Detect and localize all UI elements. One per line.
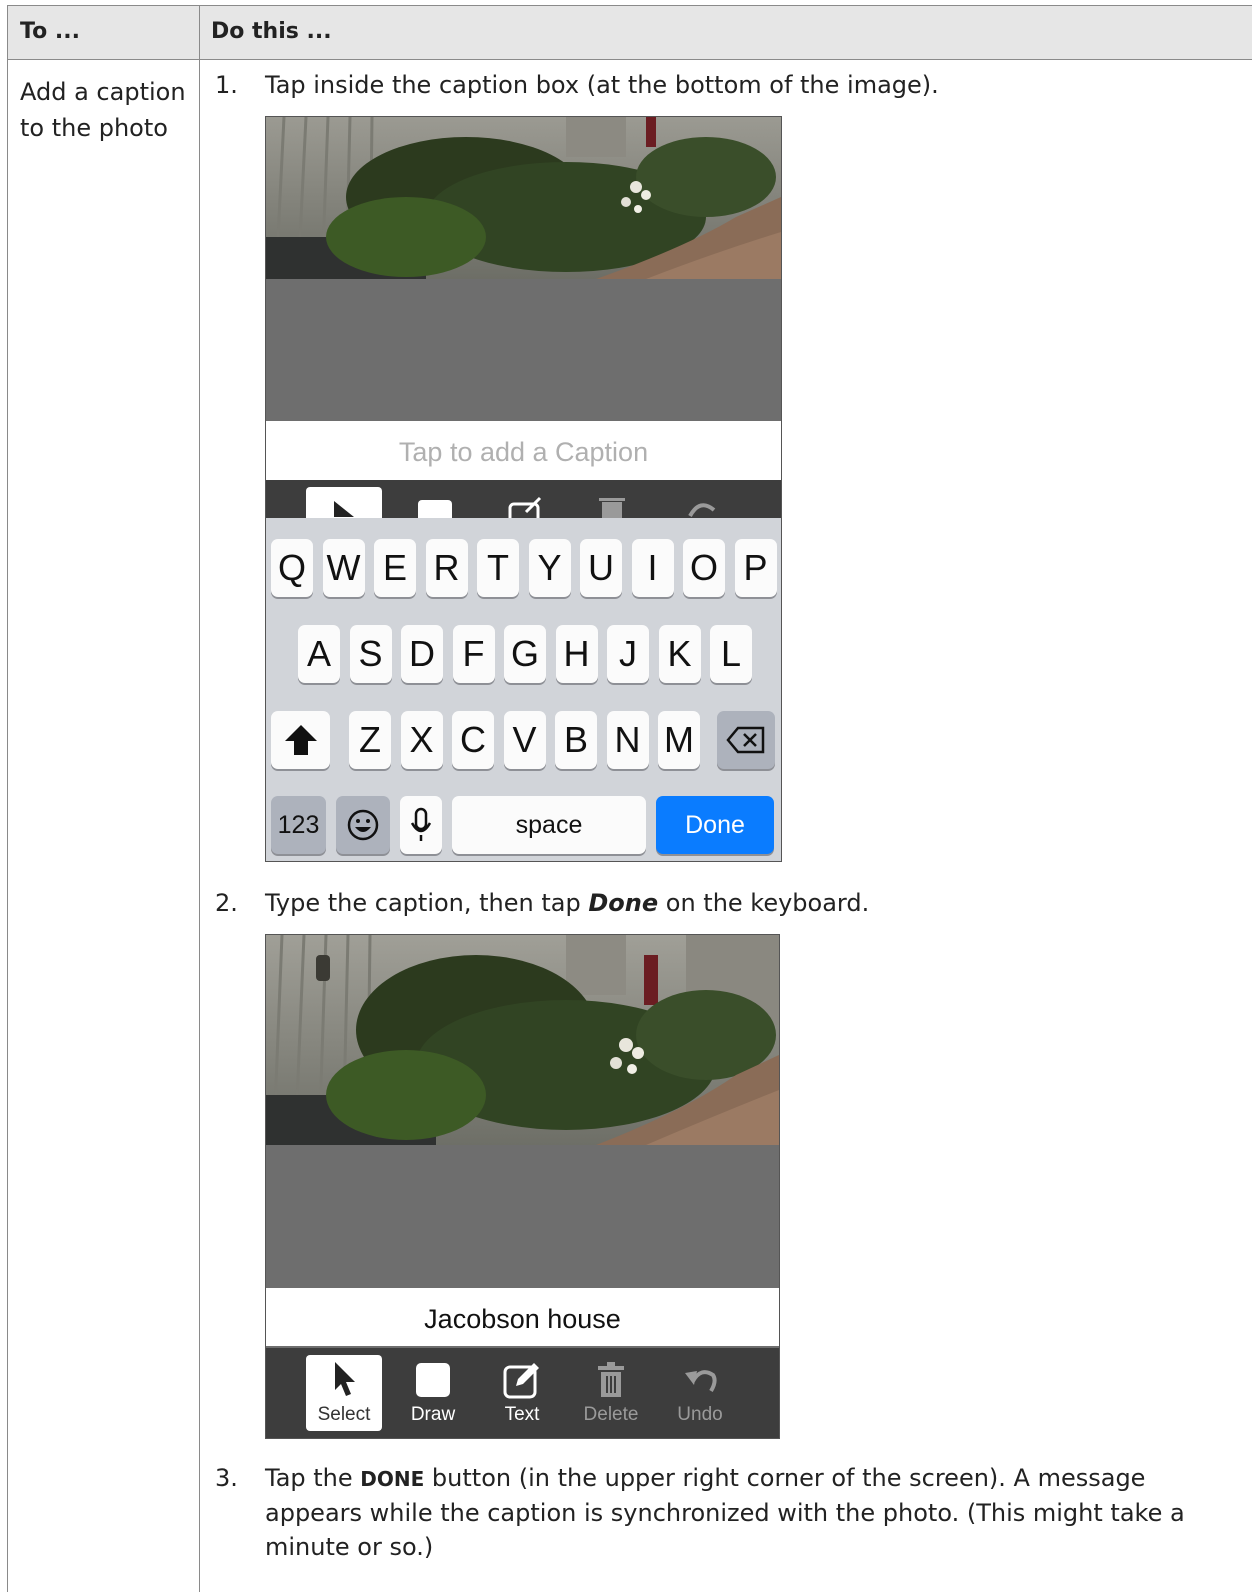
ios-keyboard: QWERTYUIOP ASDFGHJKL ZXCVBNM 123 space D…: [266, 518, 781, 861]
step-3-text: Tap the DONE button (in the upper right …: [265, 1461, 1225, 1564]
trash-icon[interactable]: [596, 496, 628, 520]
trash-icon: [598, 1362, 624, 1397]
key-z[interactable]: Z: [349, 711, 391, 769]
numbers-key[interactable]: 123: [271, 796, 326, 854]
step-3-text-pre: Tap the: [265, 1464, 361, 1492]
house-photo: [266, 935, 779, 1145]
key-c[interactable]: C: [452, 711, 494, 769]
caption-input[interactable]: Tap to add a Caption: [266, 421, 781, 480]
key-y[interactable]: Y: [528, 539, 571, 597]
backspace-key[interactable]: [717, 711, 775, 769]
undo-icon: [685, 1370, 717, 1393]
key-l[interactable]: L: [710, 625, 752, 683]
step-2-text-pre: Type the caption, then tap: [265, 889, 589, 917]
step-2-text-post: on the keyboard.: [658, 889, 870, 917]
text-edit-icon[interactable]: [506, 494, 546, 520]
key-d[interactable]: D: [401, 625, 443, 683]
column-divider: [199, 6, 200, 1592]
undo-tool-label: Undo: [677, 1404, 723, 1425]
key-h[interactable]: H: [555, 625, 598, 683]
task-name: Add a caption to the photo: [20, 78, 186, 142]
key-e[interactable]: E: [374, 539, 416, 597]
key-m[interactable]: M: [658, 711, 700, 769]
draw-tool-label: Draw: [410, 1404, 456, 1425]
delete-tool-label: Delete: [583, 1404, 639, 1425]
shift-key[interactable]: [271, 711, 330, 769]
done-key[interactable]: Done: [656, 796, 774, 854]
step-1-number: 1.: [215, 71, 238, 99]
house-photo: [266, 117, 781, 279]
select-tool[interactable]: Select: [306, 1355, 382, 1431]
key-q[interactable]: Q: [271, 539, 313, 597]
step-1-text: Tap inside the caption box (at the botto…: [265, 71, 939, 99]
step-3-done-emphasis: DONE: [360, 1467, 425, 1491]
step-3-number: 3.: [215, 1464, 238, 1492]
draw-square-icon: [416, 1363, 450, 1397]
caption-field[interactable]: Jacobson house: [266, 1288, 779, 1346]
key-t[interactable]: T: [477, 539, 519, 597]
backspace-icon: [726, 726, 765, 754]
header-to: To ...: [20, 19, 80, 44]
step-2-number: 2.: [215, 889, 238, 917]
microphone-icon: [410, 807, 432, 841]
draw-tool[interactable]: Draw: [395, 1355, 471, 1431]
key-u[interactable]: U: [580, 539, 622, 597]
key-i[interactable]: I: [631, 539, 674, 597]
key-o[interactable]: O: [683, 539, 725, 597]
step-2-text: Type the caption, then tap Done on the k…: [265, 886, 869, 920]
emoji-icon: [347, 809, 379, 841]
key-f[interactable]: F: [452, 625, 495, 683]
key-n[interactable]: N: [606, 711, 649, 769]
caption-editor-screenshot-keyboard: Tap to add a Caption QWERTYUIOP ASDFGHJK…: [265, 116, 782, 862]
undo-tool[interactable]: Undo: [662, 1355, 738, 1431]
key-j[interactable]: J: [607, 625, 649, 683]
select-tool-label: Select: [317, 1404, 371, 1425]
step-2-done-emphasis: Done: [588, 889, 659, 917]
key-b[interactable]: B: [555, 711, 597, 769]
text-tool-label: Text: [504, 1404, 540, 1425]
text-edit-icon: [503, 1363, 539, 1399]
shift-icon: [284, 725, 317, 755]
key-g[interactable]: G: [504, 625, 546, 683]
key-w[interactable]: W: [322, 539, 365, 597]
key-v[interactable]: V: [503, 711, 546, 769]
editor-toolbar: Select Draw Text Delete Undo: [266, 1348, 779, 1438]
emoji-key[interactable]: [336, 796, 390, 854]
key-s[interactable]: S: [349, 625, 392, 683]
select-arrow-icon: [335, 1362, 355, 1396]
space-key[interactable]: space: [452, 796, 646, 854]
key-p[interactable]: P: [734, 539, 777, 597]
delete-tool[interactable]: Delete: [573, 1355, 649, 1431]
caption-editor-screenshot-toolbar: Jacobson house Select Draw Text Delete U…: [265, 934, 780, 1439]
header-do-this: Do this ...: [211, 19, 332, 44]
text-tool[interactable]: Text: [484, 1355, 560, 1431]
undo-icon[interactable]: [684, 496, 720, 520]
table-header: To ... Do this ...: [8, 6, 1252, 60]
key-k[interactable]: K: [658, 625, 701, 683]
microphone-key[interactable]: [400, 796, 442, 854]
toolbar-partial: [266, 480, 781, 527]
key-a[interactable]: A: [298, 625, 340, 683]
key-r[interactable]: R: [425, 539, 468, 597]
key-x[interactable]: X: [400, 711, 443, 769]
